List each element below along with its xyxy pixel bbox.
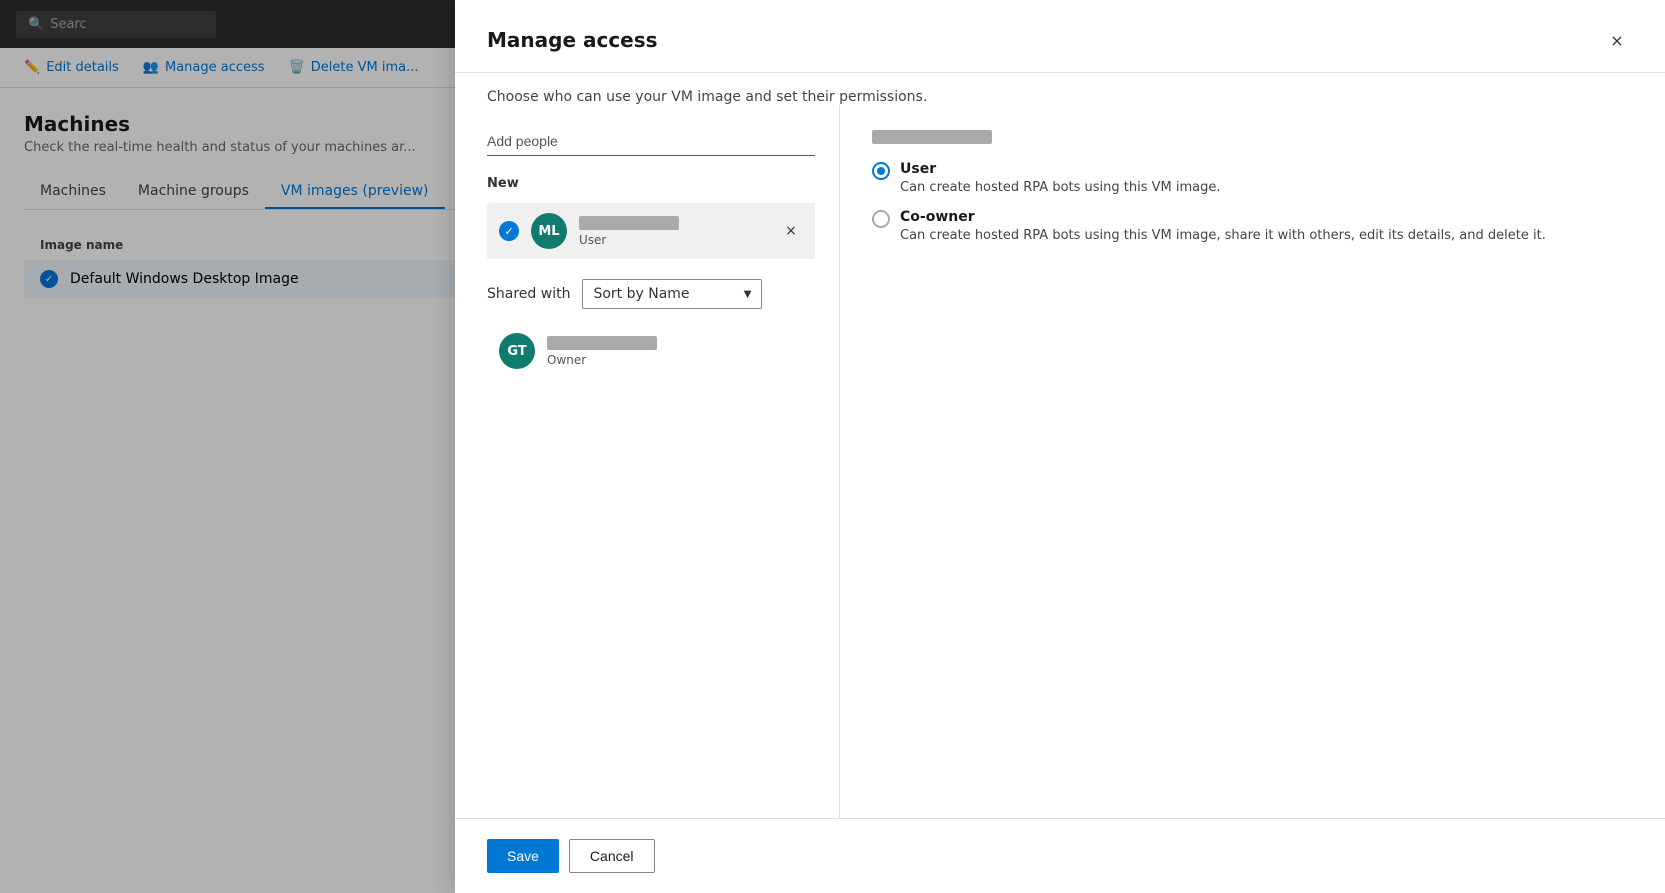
owner-item: GT Owner — [487, 325, 815, 377]
sort-label: Sort by Name — [593, 286, 689, 302]
radio-user-label: User — [900, 161, 1221, 177]
radio-coowner-label: Co-owner — [900, 209, 1546, 225]
owner-name — [547, 336, 803, 351]
new-user-info: User — [579, 216, 767, 247]
chevron-down-icon: ▼ — [744, 289, 752, 300]
new-section-label: New — [487, 176, 815, 191]
manage-access-panel: Manage access × Choose who can use your … — [455, 0, 1665, 893]
add-people-input[interactable] — [487, 129, 815, 156]
new-user-name — [579, 216, 767, 231]
radio-coowner-content: Co-owner Can create hosted RPA bots usin… — [900, 209, 1546, 245]
owner-name-blurred — [547, 336, 657, 350]
user-check-icon: ✓ — [499, 221, 519, 241]
owner-info: Owner — [547, 336, 803, 367]
right-panel: User Can create hosted RPA bots using th… — [840, 105, 1665, 818]
modal-title: Manage access — [487, 28, 658, 52]
radio-user-desc: Can create hosted RPA bots using this VM… — [900, 179, 1221, 197]
new-user-role: User — [579, 233, 767, 247]
sort-dropdown[interactable]: Sort by Name ▼ — [582, 279, 762, 309]
new-user-item: ✓ ML User × — [487, 203, 815, 259]
radio-coowner-option[interactable]: Co-owner Can create hosted RPA bots usin… — [872, 209, 1633, 245]
remove-user-button[interactable]: × — [779, 219, 803, 243]
radio-coowner-button[interactable] — [872, 210, 890, 228]
modal-footer: Save Cancel — [455, 818, 1665, 893]
shared-with-label: Shared with — [487, 286, 570, 302]
radio-user-content: User Can create hosted RPA bots using th… — [900, 161, 1221, 197]
owner-role: Owner — [547, 353, 803, 367]
close-button[interactable]: × — [1601, 24, 1633, 56]
new-user-avatar: ML — [531, 213, 567, 249]
shared-with-row: Shared with Sort by Name ▼ — [487, 279, 815, 309]
modal-body: New ✓ ML User × Shared with Sort by — [455, 105, 1665, 818]
radio-user-option[interactable]: User Can create hosted RPA bots using th… — [872, 161, 1633, 197]
left-panel: New ✓ ML User × Shared with Sort by — [455, 105, 840, 818]
owner-avatar: GT — [499, 333, 535, 369]
modal-header: Manage access × — [455, 0, 1665, 73]
radio-coowner-desc: Can create hosted RPA bots using this VM… — [900, 227, 1546, 245]
permissions-user-name — [872, 130, 992, 144]
save-button[interactable]: Save — [487, 839, 559, 873]
cancel-button[interactable]: Cancel — [569, 839, 655, 873]
new-user-name-blurred — [579, 216, 679, 230]
radio-user-button[interactable] — [872, 162, 890, 180]
radio-group: User Can create hosted RPA bots using th… — [872, 161, 1633, 245]
modal-subtitle: Choose who can use your VM image and set… — [455, 73, 1665, 105]
